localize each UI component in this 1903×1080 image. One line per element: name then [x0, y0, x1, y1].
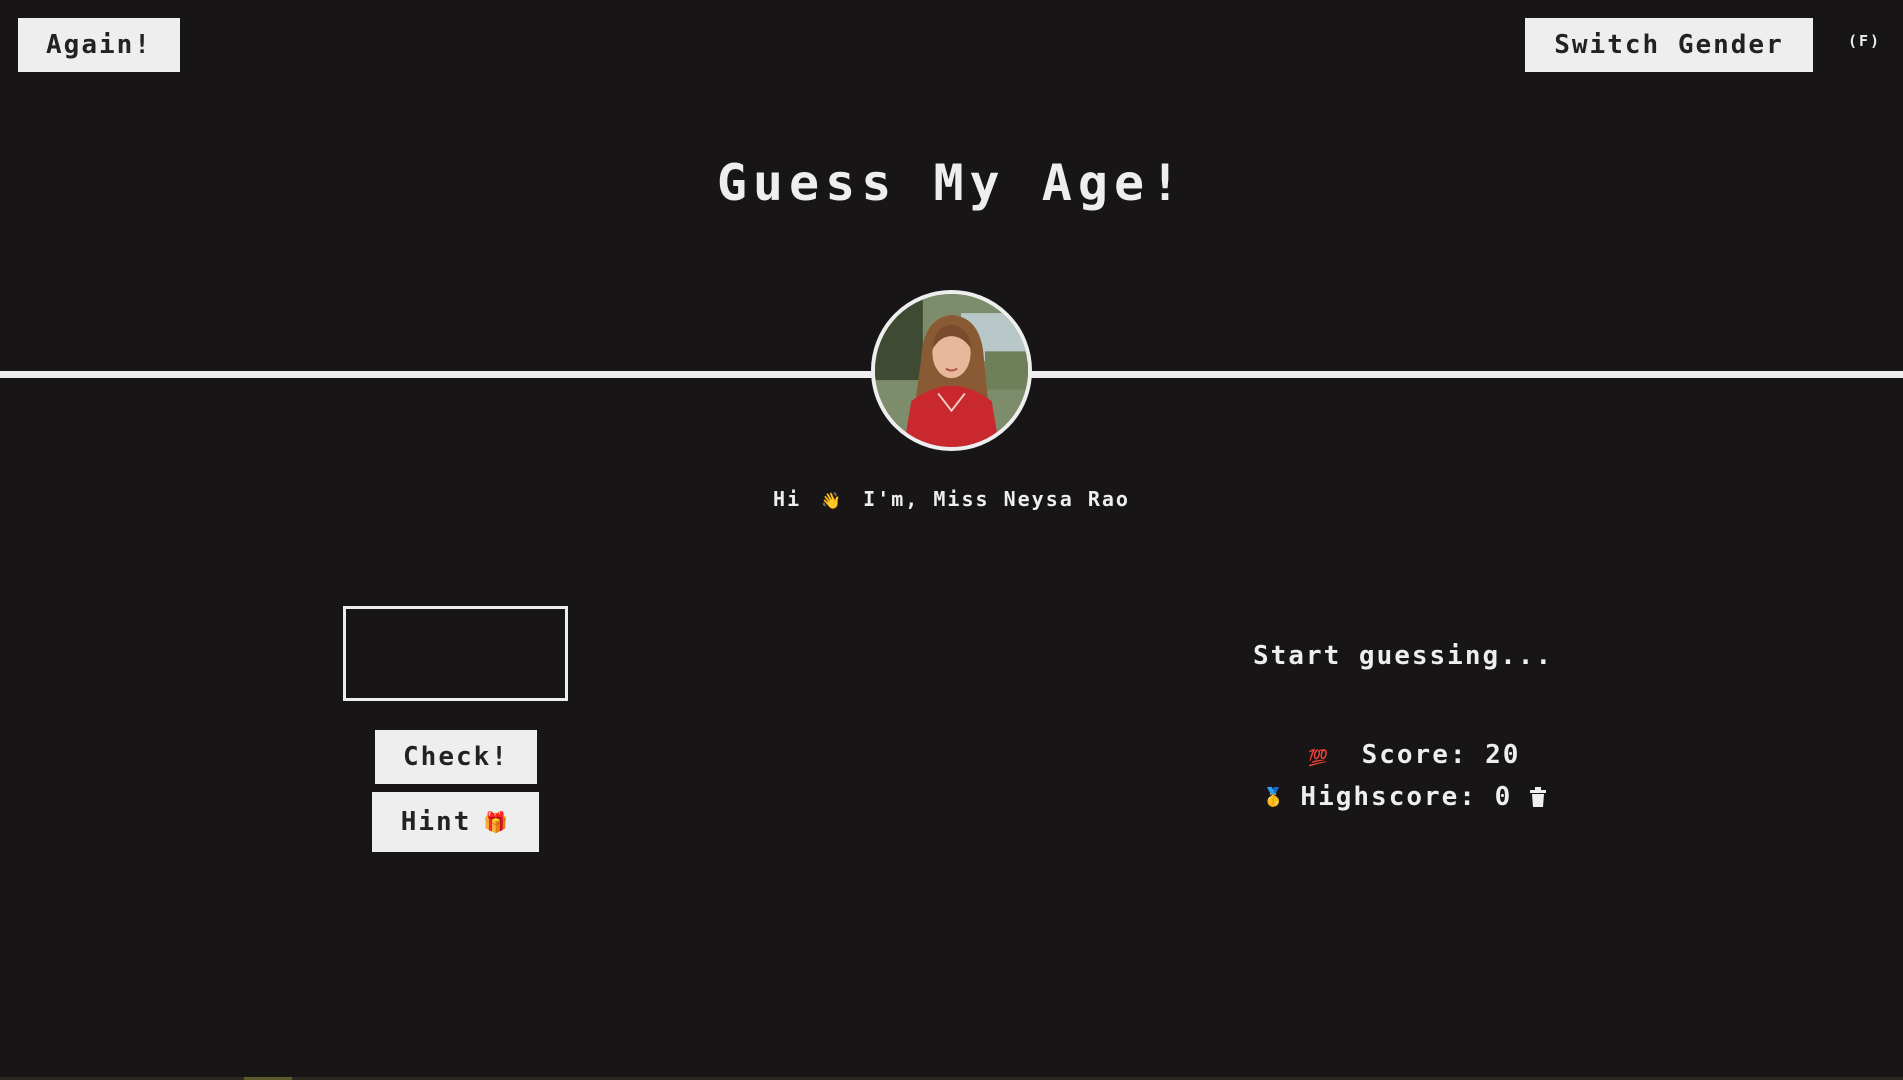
- page-title: Guess My Age!: [716, 154, 1187, 212]
- highscore-value: 0: [1494, 782, 1513, 812]
- avatar: [871, 290, 1032, 451]
- highscore-label: Highscore:: [1300, 782, 1477, 812]
- again-button[interactable]: Again!: [18, 18, 180, 72]
- hint-button[interactable]: Hint 🎁: [372, 792, 539, 852]
- greeting-prefix: Hi: [773, 487, 802, 511]
- wave-icon: 👋: [821, 491, 844, 510]
- medal-icon: 🥇: [1262, 786, 1287, 808]
- greeting-text: Hi 👋 I'm, Miss Neysa Rao: [0, 487, 1903, 511]
- score-label: Score:: [1361, 740, 1468, 770]
- score-value: 20: [1485, 740, 1521, 770]
- greeting-name: I'm, Miss Neysa Rao: [863, 487, 1130, 511]
- check-button[interactable]: Check!: [375, 730, 537, 784]
- switch-gender-button[interactable]: Switch Gender: [1525, 18, 1813, 72]
- avatar-photo: [875, 294, 1028, 447]
- gift-icon: 🎁: [483, 810, 511, 834]
- hint-label: Hint: [400, 807, 472, 837]
- guess-input[interactable]: [343, 606, 568, 701]
- trash-icon[interactable]: [1530, 787, 1547, 807]
- highscore-display: 🥇 Highscore: 0: [1262, 782, 1547, 812]
- hundred-points-icon: 💯: [1308, 748, 1330, 767]
- status-message: Start guessing...: [1253, 641, 1554, 671]
- score-display: 💯 Score: 20: [1308, 740, 1520, 770]
- gender-indicator: (F): [1848, 32, 1882, 50]
